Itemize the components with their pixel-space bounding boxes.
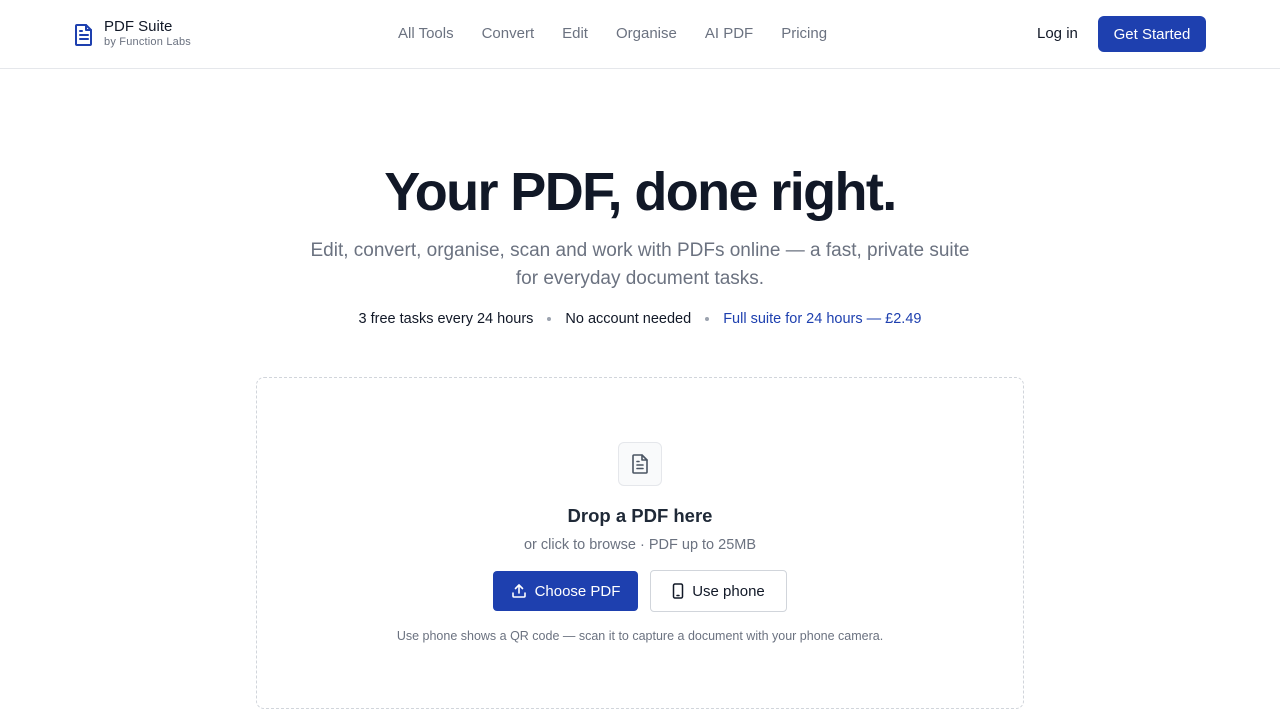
nav-organise[interactable]: Organise <box>616 24 677 44</box>
get-started-button[interactable]: Get Started <box>1098 16 1206 52</box>
document-icon <box>74 23 94 47</box>
pdf-dropzone[interactable]: Drop a PDF here or click to browse · PDF… <box>256 377 1024 709</box>
separator-dot <box>547 317 552 321</box>
login-link[interactable]: Log in <box>1037 24 1078 44</box>
site-header: PDF Suite by Function Labs All Tools Con… <box>0 0 1280 69</box>
hero-title: Your PDF, done right. <box>384 162 897 222</box>
use-phone-button[interactable]: Use phone <box>650 570 787 612</box>
choose-pdf-button[interactable]: Choose PDF <box>493 571 638 611</box>
main-nav: All Tools Convert Edit Organise AI PDF P… <box>398 24 827 44</box>
nav-convert[interactable]: Convert <box>482 24 535 44</box>
upload-icon <box>511 583 527 599</box>
drop-icon-box <box>618 442 662 486</box>
full-suite-link[interactable]: Full suite for 24 hours — £2.49 <box>723 309 921 329</box>
separator-dot <box>705 317 710 321</box>
drop-subtitle: or click to browse · PDF up to 25MB <box>523 537 757 553</box>
feature-badges: 3 free tasks every 24 hours No account n… <box>0 309 1280 329</box>
phone-help-note: Use phone shows a QR code — scan it to c… <box>396 629 884 643</box>
smartphone-icon <box>672 583 684 599</box>
use-phone-label: Use phone <box>692 582 765 600</box>
drop-title: Drop a PDF here <box>567 505 713 526</box>
hero-subtitle: Edit, convert, organise, scan and work w… <box>310 240 970 289</box>
choose-pdf-label: Choose PDF <box>534 582 621 600</box>
nav-ai-pdf[interactable]: AI PDF <box>705 24 753 44</box>
nav-pricing[interactable]: Pricing <box>781 24 827 44</box>
badge-free-tasks: 3 free tasks every 24 hours <box>358 311 534 327</box>
brand-name: PDF Suite <box>104 18 173 35</box>
brand-text: PDF Suite by Function Labs <box>104 18 191 49</box>
nav-all-tools[interactable]: All Tools <box>398 24 454 44</box>
nav-edit[interactable]: Edit <box>562 24 588 44</box>
brand-subtitle: by Function Labs <box>104 36 191 48</box>
badge-no-account: No account needed <box>565 311 692 327</box>
file-text-icon <box>631 454 649 474</box>
brand-logo-link[interactable]: PDF Suite by Function Labs <box>74 18 191 49</box>
